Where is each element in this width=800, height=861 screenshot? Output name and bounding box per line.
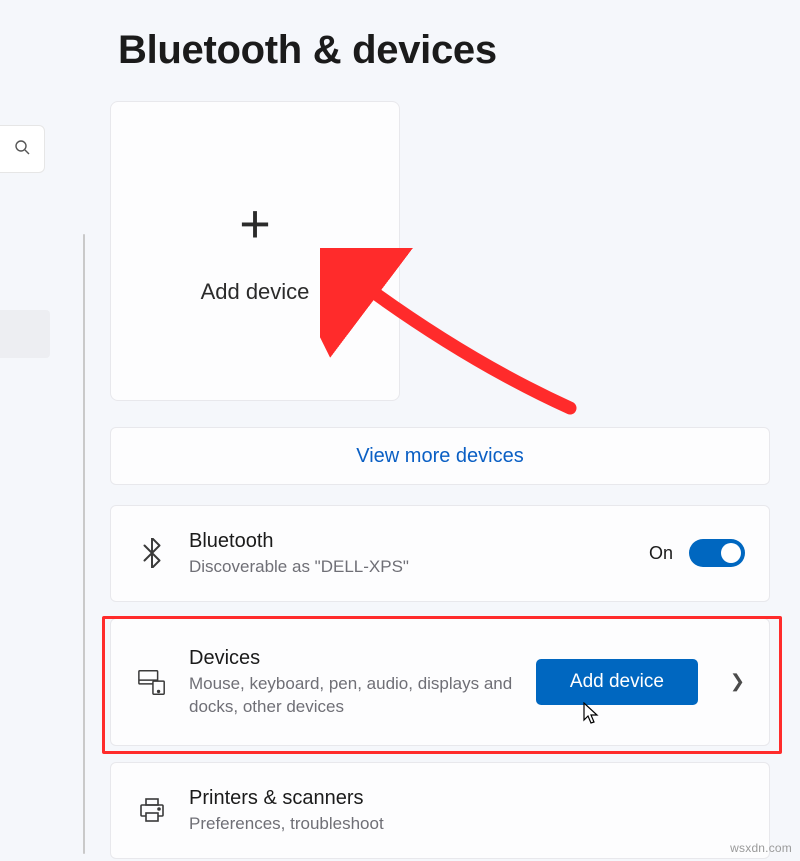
bluetooth-body: Bluetooth Discoverable as "DELL-XPS" <box>189 528 629 579</box>
add-device-tile[interactable]: + Add device <box>110 101 400 401</box>
bluetooth-icon <box>135 538 169 568</box>
chevron-right-icon: ❯ <box>730 671 745 692</box>
sidebar-divider <box>83 234 85 854</box>
printers-subtitle: Preferences, troubleshoot <box>189 813 745 836</box>
printers-title: Printers & scanners <box>189 785 745 811</box>
search-input-stub[interactable] <box>0 125 45 173</box>
devices-icon <box>135 667 169 697</box>
bluetooth-toggle[interactable] <box>689 539 745 567</box>
bluetooth-subtitle: Discoverable as "DELL-XPS" <box>189 556 629 579</box>
settings-page: Bluetooth & devices + Add device View mo… <box>110 20 770 859</box>
add-device-tile-label: Add device <box>201 279 310 305</box>
devices-card[interactable]: Devices Mouse, keyboard, pen, audio, dis… <box>110 618 770 746</box>
page-title: Bluetooth & devices <box>118 28 770 73</box>
printers-body: Printers & scanners Preferences, trouble… <box>189 785 745 836</box>
sidebar-item-stub[interactable] <box>0 310 50 358</box>
devices-title: Devices <box>189 645 516 671</box>
watermark: wsxdn.com <box>730 841 792 855</box>
add-device-button[interactable]: Add device <box>536 659 698 705</box>
bluetooth-card: Bluetooth Discoverable as "DELL-XPS" On <box>110 505 770 602</box>
search-icon <box>14 139 30 160</box>
view-more-label: View more devices <box>356 445 523 468</box>
bluetooth-toggle-group: On <box>649 539 745 567</box>
devices-subtitle: Mouse, keyboard, pen, audio, displays an… <box>189 673 516 719</box>
view-more-devices-link[interactable]: View more devices <box>110 427 770 485</box>
devices-body: Devices Mouse, keyboard, pen, audio, dis… <box>189 645 516 719</box>
bluetooth-title: Bluetooth <box>189 528 629 554</box>
printers-card[interactable]: Printers & scanners Preferences, trouble… <box>110 762 770 859</box>
printer-icon <box>135 796 169 824</box>
plus-icon: + <box>239 197 271 251</box>
bluetooth-toggle-label: On <box>649 543 673 564</box>
